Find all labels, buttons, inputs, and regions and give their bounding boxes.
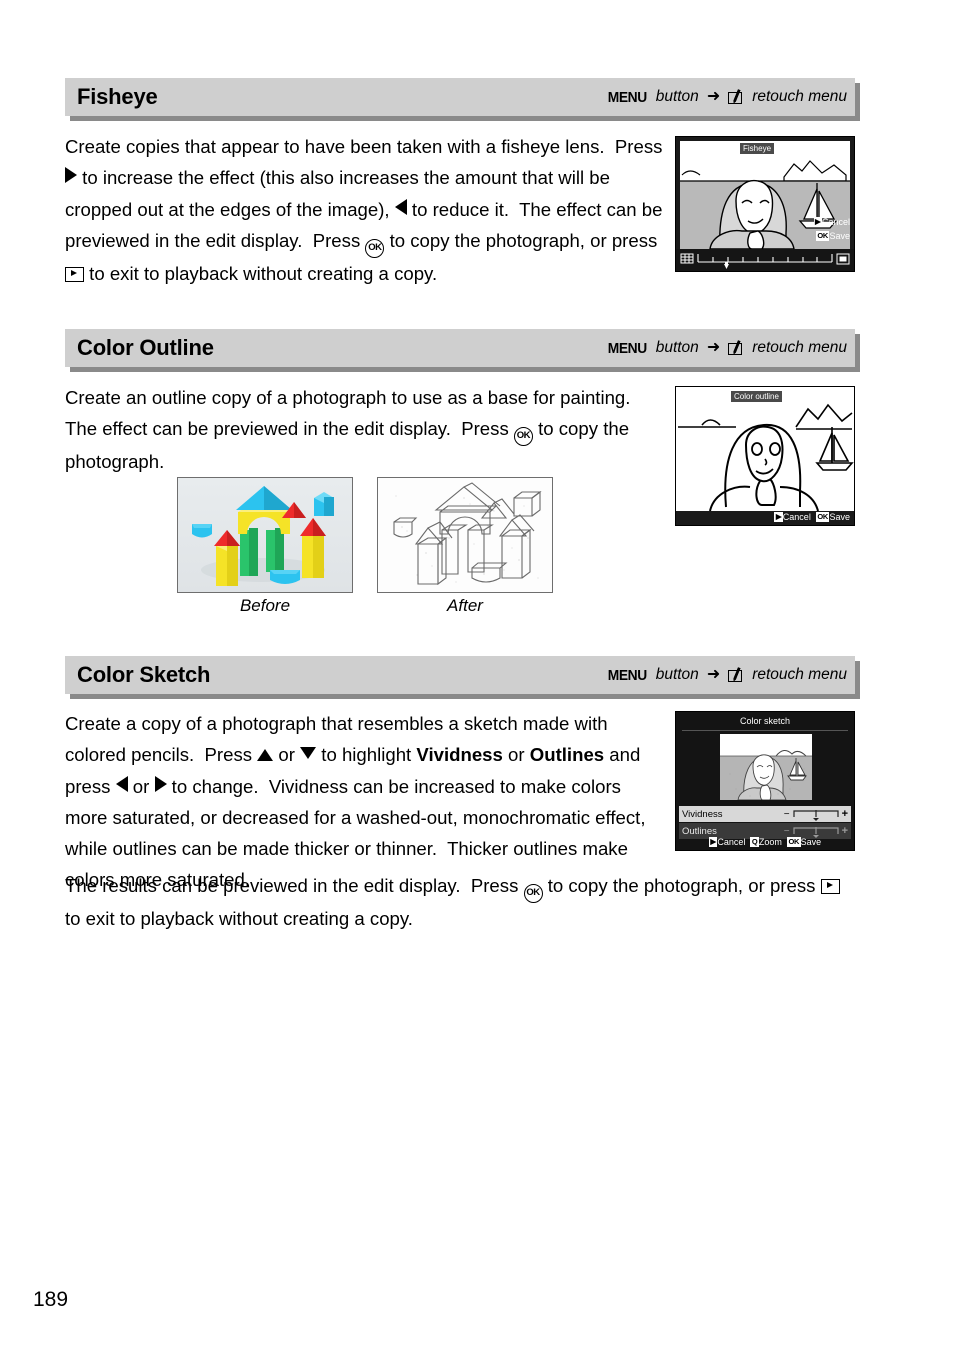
button-word: button <box>655 666 699 683</box>
plus-sign: + <box>841 825 848 837</box>
menu-button-word: MENU <box>607 88 648 106</box>
section-color-outline: Color Outline MENU button ➜ retouch menu <box>65 329 860 372</box>
header-bar: Color Outline MENU button ➜ retouch menu <box>65 329 855 367</box>
after-photo <box>377 477 553 593</box>
arrow-right-icon: ➜ <box>706 666 721 683</box>
lcd-content: Fisheye ▶ Cancel OK Save <box>676 137 854 271</box>
lcd-screen-color-outline: Color outline ▶ Cancel OK Save <box>675 386 855 526</box>
ok-chip-icon: OK <box>815 512 830 522</box>
colored-building-blocks-photo <box>178 478 352 592</box>
save-label: Save <box>800 837 822 847</box>
header-bar: Color Sketch MENU button ➜ retouch menu <box>65 656 855 694</box>
multi-selector-left-icon <box>115 775 128 792</box>
retouch-menu-label: retouch menu <box>752 666 847 683</box>
option-outlines-ref: Outlines <box>529 744 605 766</box>
section-header-color-outline: Color Outline MENU button ➜ retouch menu <box>65 329 860 372</box>
lcd-screen-fisheye: Fisheye ▶ Cancel OK Save <box>675 136 855 272</box>
button-word: button <box>655 88 699 105</box>
multi-selector-up-icon <box>257 749 274 762</box>
option-label-outlines: Outlines <box>682 825 717 837</box>
page-number: 189 <box>33 1288 69 1311</box>
header-path: MENU button ➜ retouch menu <box>606 88 847 106</box>
menu-button-word: MENU <box>607 339 648 357</box>
section-header-fisheye: Fisheye MENU button ➜ retouch menu <box>65 78 860 121</box>
body-text-fisheye: Create copies that appear to have been t… <box>65 136 663 284</box>
ok-chip-icon: OK <box>786 837 801 847</box>
outlines-slider[interactable]: − + <box>784 824 851 838</box>
option-row-vividness[interactable]: Vividness − + <box>679 806 851 822</box>
section-title: Fisheye <box>77 84 158 109</box>
save-label: Save <box>829 231 850 241</box>
playback-chip-icon: ▶ <box>813 217 822 227</box>
section-fisheye: Fisheye MENU button ➜ retouch menu <box>65 78 860 121</box>
header-path: MENU button ➜ retouch menu <box>606 339 847 357</box>
option-label-vividness: Vividness <box>682 808 723 820</box>
ok-button-icon: OK <box>365 238 385 258</box>
lcd-button-row: ▶ Cancel OK Save <box>774 512 850 523</box>
minus-sign: − <box>783 825 790 837</box>
color-sketch-preview-thumbnail <box>720 734 812 800</box>
fisheye-effect-slider[interactable] <box>676 249 854 271</box>
section-title: Color Sketch <box>77 662 211 687</box>
playback-button-icon <box>820 879 840 894</box>
pencil-outline-sketch-of-blocks <box>378 478 552 592</box>
retouch-pen-icon <box>728 668 745 683</box>
screen-title-badge: Color outline <box>731 391 782 402</box>
menu-button-word: MENU <box>607 666 648 684</box>
zoom-chip-icon: Q <box>750 837 759 847</box>
lcd-content: Color sketch Vividness − + Outlines − + … <box>676 712 854 850</box>
minus-sign: − <box>783 808 790 820</box>
retouch-menu-label: retouch menu <box>752 88 847 105</box>
header-bar: Fisheye MENU button ➜ retouch menu <box>65 78 855 116</box>
save-label: Save <box>829 512 850 522</box>
multi-selector-down-icon <box>300 747 317 760</box>
retouch-pen-icon <box>728 90 745 105</box>
section-header-color-sketch: Color Sketch MENU button ➜ retouch menu <box>65 656 860 699</box>
before-caption: Before <box>239 596 291 615</box>
section-color-sketch: Color Sketch MENU button ➜ retouch menu <box>65 656 860 699</box>
lcd-content: Color outline ▶ Cancel OK Save <box>676 387 854 525</box>
retouch-pen-icon <box>728 341 745 356</box>
title-divider <box>682 730 848 731</box>
ok-chip-icon: OK <box>815 231 830 241</box>
multi-selector-right-icon <box>65 167 77 184</box>
cancel-label: Cancel <box>821 217 850 227</box>
screen-title-badge: Fisheye <box>740 143 775 154</box>
plus-sign: + <box>841 808 848 820</box>
outlines-slider-track[interactable] <box>792 824 840 838</box>
playback-chip-icon: ▶ <box>774 512 783 522</box>
option-vividness-ref: Vividness <box>416 744 503 766</box>
retouch-menu-label: retouch menu <box>752 339 847 356</box>
after-caption: After <box>447 596 483 615</box>
manual-page: Fisheye MENU button ➜ retouch menu Creat… <box>0 0 954 1352</box>
ok-button-icon: OK <box>523 884 543 903</box>
lcd-button-cancel: ▶ Cancel <box>813 217 850 228</box>
playback-button-icon <box>65 266 84 282</box>
screen-title-label: Color sketch <box>739 716 791 726</box>
body-text-color-sketch-top: Create a copy of a photograph that resem… <box>65 713 646 891</box>
body-text-color-outline: Create an outline copy of a photograph t… <box>65 387 636 473</box>
arrow-right-icon: ➜ <box>706 88 721 105</box>
multi-selector-right-icon <box>154 775 167 792</box>
section-title: Color Outline <box>77 335 214 360</box>
multi-selector-left-icon <box>394 198 407 215</box>
header-path: MENU button ➜ retouch menu <box>606 666 847 684</box>
zoom-label: Zoom <box>758 837 782 847</box>
button-word: button <box>655 339 699 356</box>
body-text-color-sketch-bottom: The results can be previewed in the edit… <box>65 870 855 934</box>
ok-button-icon: OK <box>513 427 533 447</box>
color-outline-preview-illustration <box>676 387 854 525</box>
lcd-screen-color-sketch: Color sketch Vividness − + Outlines − + … <box>675 711 855 851</box>
arrow-right-icon: ➜ <box>706 339 721 356</box>
lcd-button-save: OK Save <box>815 231 850 242</box>
lcd-button-row: ▶ Cancel Q Zoom OK Save <box>676 837 854 848</box>
cancel-label: Cancel <box>717 837 746 847</box>
vividness-slider[interactable]: − + <box>784 807 851 821</box>
vividness-slider-track[interactable] <box>792 807 840 821</box>
cancel-label: Cancel <box>782 512 811 522</box>
before-photo <box>177 477 353 593</box>
